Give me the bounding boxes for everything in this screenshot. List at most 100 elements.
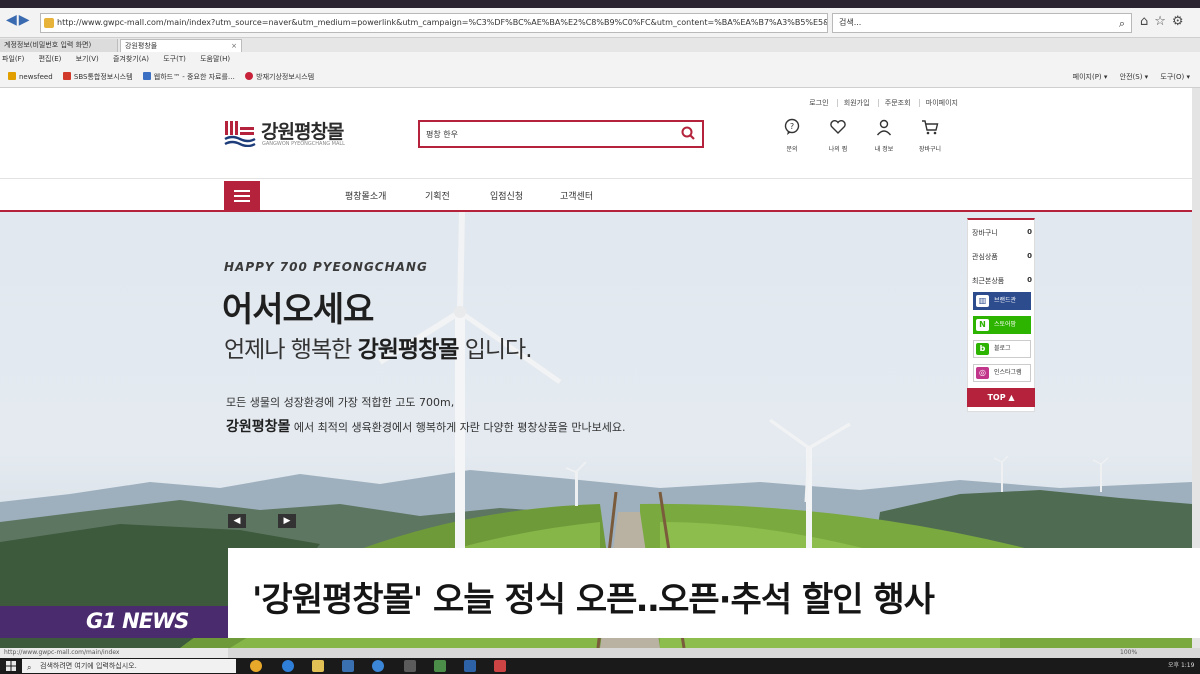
menu-view[interactable]: 보기(V) — [76, 55, 99, 63]
cart-icon — [922, 120, 939, 135]
instagram-button[interactable]: ◎ 인스타그램 — [973, 364, 1031, 382]
logo-subtext: GANGWON PYEONGCHANG MALL — [262, 141, 345, 147]
hamburger-menu-icon[interactable] — [224, 181, 260, 211]
monitor-frame — [0, 0, 1200, 8]
top-utility-links: 로그인 회원가입 주문조회 마이페이지 — [797, 98, 958, 108]
browser-search-text: 검색... — [839, 18, 862, 27]
hero-title: 어서오세요 — [222, 290, 374, 330]
side-wishlist[interactable]: 관심상품 0 — [972, 252, 1032, 262]
menu-tools[interactable]: 도구(T) — [163, 55, 186, 63]
chevron-right-icon[interactable]: ▶ — [278, 514, 296, 528]
chevron-left-icon[interactable]: ◀ — [228, 514, 246, 528]
tab-gwpc-mall[interactable]: 강원평창몰 × — [120, 39, 242, 52]
mypage-link[interactable]: 마이페이지 — [918, 99, 958, 107]
news-caption: '강원평창몰' 오늘 정식 오픈‥오픈·추석 할인 행사 — [228, 548, 1200, 638]
store-icon[interactable] — [342, 660, 354, 672]
browser-toolbar-icons: ⌂☆⚙ — [1140, 14, 1190, 29]
menu-edit[interactable]: 편집(E) — [39, 55, 62, 63]
svg-text:?: ? — [790, 122, 794, 131]
app-icon[interactable] — [434, 660, 446, 672]
favorite-weather[interactable]: 방재기상정보시스템 — [245, 66, 314, 88]
login-link[interactable]: 로그인 — [803, 99, 828, 107]
command-tools[interactable]: 도구(O) ▾ — [1160, 73, 1190, 81]
gear-icon[interactable]: ⚙ — [1172, 14, 1190, 29]
star-icon[interactable]: ☆ — [1154, 14, 1172, 29]
favorite-sbs[interactable]: SBS통합정보시스템 — [62, 66, 133, 88]
home-icon[interactable]: ⌂ — [1140, 14, 1154, 29]
site-search-input[interactable] — [426, 126, 676, 142]
hero-description-line-1: 모든 생물의 성장환경에 가장 적합한 고도 700m, — [226, 396, 455, 409]
tab-label: 강원평창몰 — [125, 42, 158, 50]
page-icon — [142, 72, 151, 80]
back-forward-icon[interactable]: ◀▶ — [6, 12, 32, 28]
internet-explorer-icon[interactable] — [372, 660, 384, 672]
favorite-newsfeed[interactable]: newsfeed — [8, 66, 53, 88]
instagram-icon: ◎ — [976, 367, 989, 379]
zoom-level[interactable]: 100% — [1120, 648, 1137, 658]
logo-mark-icon — [224, 121, 256, 147]
menu-help[interactable]: 도움말(H) — [200, 55, 230, 63]
nav-about[interactable]: 평창몰소개 — [345, 189, 386, 202]
cart-button[interactable]: 장바구니 — [910, 118, 950, 153]
site-favicon-icon — [44, 18, 54, 28]
favorite-webhard[interactable]: 웹하드™ - 중요한 자료를… — [142, 66, 235, 88]
browser-status-bar: http://www.gwpc-mall.com/main/index — [0, 648, 228, 658]
edge-icon[interactable] — [282, 660, 294, 672]
flag-icon — [245, 72, 254, 80]
inquiry-label: 문의 — [786, 146, 798, 153]
wishlist-label: 나의 찜 — [828, 146, 848, 153]
user-icon — [876, 119, 892, 136]
building-icon: ▥ — [976, 295, 989, 307]
taskbar-search-box[interactable]: ⌕ 검색하려면 여기에 입력하십시오. — [22, 659, 236, 673]
news-headline: '강원평창몰' 오늘 정식 오픈‥오픈·추석 할인 행사 — [252, 580, 935, 620]
broadcaster-bar: G1 NEWS — [0, 606, 228, 638]
windows-start-icon[interactable] — [6, 661, 16, 671]
command-safety[interactable]: 안전(S) ▾ — [1120, 73, 1149, 81]
nav-partner[interactable]: 입점신청 — [490, 189, 523, 202]
heart-icon — [830, 120, 846, 134]
chrome-icon[interactable] — [250, 660, 262, 672]
nav-special[interactable]: 기획전 — [425, 189, 450, 202]
nav-support[interactable]: 고객센터 — [560, 189, 593, 202]
brand-button[interactable]: ▥ 브랜드관 — [973, 292, 1031, 310]
search-icon[interactable] — [680, 125, 696, 141]
signup-link[interactable]: 회원가입 — [836, 99, 870, 107]
wishlist-button[interactable]: 나의 찜 — [818, 118, 858, 153]
folder-icon — [8, 72, 16, 80]
logo-text: 강원평창몰 — [261, 121, 344, 143]
tab-label: 계정정보(비밀번호 입력 화면) — [4, 41, 92, 49]
back-to-top-button[interactable]: TOP ▲ — [967, 388, 1035, 407]
app-icon[interactable] — [494, 660, 506, 672]
hero-tagline: HAPPY 700 PYEONGCHANG — [224, 260, 428, 274]
search-icon[interactable]: ⌕ — [1119, 15, 1125, 33]
taskbar-clock: 오후 1:19 — [1168, 662, 1195, 669]
blog-button[interactable]: b 블로그 — [973, 340, 1031, 358]
order-lookup-link[interactable]: 주문조회 — [877, 99, 911, 107]
command-page[interactable]: 페이지(P) ▾ — [1073, 73, 1108, 81]
address-url: http://www.gwpc-mall.com/main/index?utm_… — [57, 18, 827, 27]
browser-search-box[interactable]: 검색... ⌕ — [832, 13, 1132, 33]
side-recent[interactable]: 최근본상품 0 — [972, 276, 1032, 286]
tab-strip: 계정정보(비밀번호 입력 화면) 강원평창몰 × — [0, 38, 1200, 52]
hero-brand: 강원평창몰 — [357, 337, 460, 363]
storefarm-button[interactable]: N 스토어팜 — [973, 316, 1031, 334]
site-search-box — [418, 120, 704, 148]
inquiry-button[interactable]: ? 문의 — [772, 118, 812, 153]
cart-label: 장바구니 — [918, 146, 942, 153]
app-icon[interactable] — [464, 660, 476, 672]
command-bar: 페이지(P) ▾ 안전(S) ▾ 도구(O) ▾ — [1063, 66, 1190, 88]
my-info-label: 내 정보 — [874, 146, 894, 153]
menu-favorites[interactable]: 즐겨찾기(A) — [113, 55, 149, 63]
app-icon[interactable] — [404, 660, 416, 672]
close-icon[interactable]: × — [231, 40, 237, 52]
favorites-bar: newsfeed SBS통합정보시스템 웹하드™ - 중요한 자료를… 방재기상… — [0, 66, 1200, 88]
side-cart[interactable]: 장바구니 0 — [972, 228, 1032, 238]
my-info-button[interactable]: 내 정보 — [864, 118, 904, 153]
hero-description-line-2: 강원평창몰 에서 최적의 생육환경에서 행복하게 자란 다양한 평창상품을 만나… — [226, 419, 626, 435]
folder-icon[interactable] — [312, 660, 324, 672]
tab-account[interactable]: 계정정보(비밀번호 입력 화면) — [0, 39, 118, 52]
windows-taskbar: ⌕ 검색하려면 여기에 입력하십시오. 오후 1:19 — [0, 658, 1200, 674]
menu-file[interactable]: 파일(F) — [2, 55, 24, 63]
search-icon: ⌕ — [27, 663, 32, 672]
address-bar[interactable]: http://www.gwpc-mall.com/main/index?utm_… — [40, 13, 828, 33]
